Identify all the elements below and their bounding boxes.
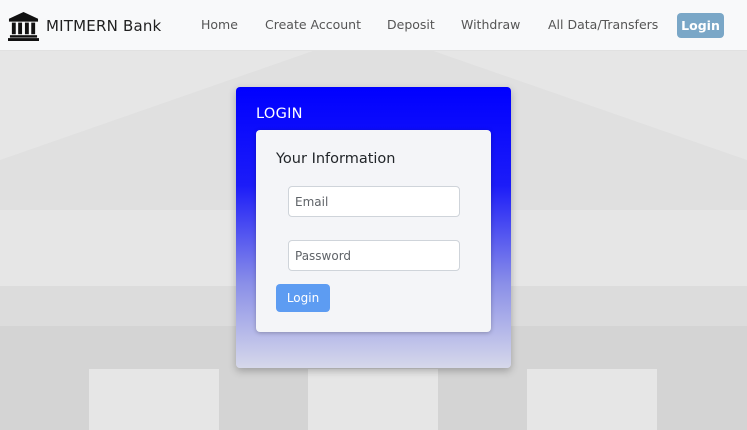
form-heading: Your Information bbox=[276, 151, 396, 167]
nav-item-deposit[interactable]: Deposit bbox=[387, 17, 435, 32]
bank-icon bbox=[8, 11, 39, 41]
nav-item-withdraw[interactable]: Withdraw bbox=[461, 17, 520, 32]
brand-name: MITMERN Bank bbox=[46, 16, 162, 35]
card-title: LOGIN bbox=[256, 106, 303, 122]
brand[interactable]: MITMERN Bank bbox=[8, 10, 161, 41]
email-field[interactable] bbox=[288, 186, 460, 217]
login-card: LOGIN Your Information Login bbox=[236, 87, 511, 368]
login-submit-button[interactable]: Login bbox=[276, 284, 330, 312]
login-form: Your Information Login bbox=[256, 130, 491, 332]
nav-item-home[interactable]: Home bbox=[201, 17, 238, 32]
nav-item-all-data[interactable]: All Data/Transfers bbox=[548, 17, 658, 32]
nav-item-create-account[interactable]: Create Account bbox=[265, 17, 361, 32]
password-field[interactable] bbox=[288, 240, 460, 271]
top-navbar: MITMERN Bank Home Create Account Deposit… bbox=[0, 0, 747, 51]
nav-login-button[interactable]: Login bbox=[677, 13, 724, 38]
